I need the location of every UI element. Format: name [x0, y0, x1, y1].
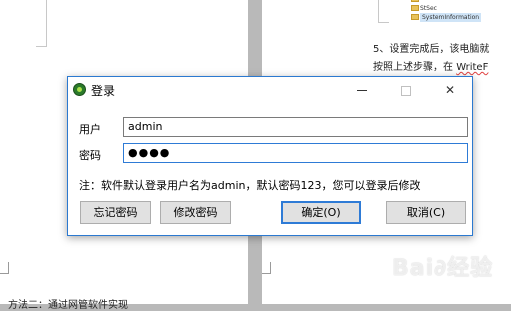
login-dialog: 登录 ✕ 用户 admin 密码 ●●●● 注：软件默认登录用户名为admin，…	[67, 76, 473, 236]
ok-button[interactable]: 确定(O)	[281, 201, 361, 224]
app-icon	[73, 83, 86, 96]
folder-icon	[411, 14, 419, 20]
folder-icon	[411, 5, 419, 11]
spellcheck-word: WriteF	[456, 62, 489, 73]
page-corner-mark	[36, 0, 47, 47]
password-input[interactable]: ●●●●	[123, 143, 468, 163]
change-password-button[interactable]: 修改密码	[160, 201, 231, 224]
login-hint-text: 注：软件默认登录用户名为admin，默认密码123，您可以登录后修改	[79, 179, 421, 192]
tree-item: StSec	[420, 5, 437, 12]
minimize-icon	[357, 90, 367, 91]
watermark-logo: Bai∂经验	[392, 256, 494, 281]
document-text-line: 按照上述步骤，在 WriteF	[373, 58, 488, 73]
registry-tree-snippet: StSec SystemInformation	[406, 0, 511, 26]
dialog-titlebar[interactable]: 登录 ✕	[68, 77, 472, 103]
dialog-title: 登录	[91, 84, 116, 98]
cancel-button[interactable]: 取消(C)	[386, 201, 466, 224]
forgot-password-button[interactable]: 忘记密码	[80, 201, 151, 224]
username-label: 用户	[79, 123, 101, 136]
minimize-button[interactable]	[340, 77, 384, 103]
folder-icon	[411, 0, 419, 2]
close-icon: ✕	[444, 83, 456, 97]
document-text-line: 5、设置完成后，该电脑就	[373, 44, 490, 55]
document-text: 按照上述步骤，在	[373, 62, 457, 73]
password-label: 密码	[79, 149, 101, 162]
page-corner-mark	[378, 0, 389, 23]
close-button[interactable]: ✕	[428, 77, 472, 103]
page-corner-mark	[262, 273, 271, 274]
username-input[interactable]: admin	[123, 117, 468, 137]
tree-item-selected: SystemInformation	[420, 13, 482, 22]
maximize-icon	[401, 85, 411, 96]
maximize-button[interactable]	[384, 77, 428, 103]
page-corner-mark	[0, 273, 9, 274]
